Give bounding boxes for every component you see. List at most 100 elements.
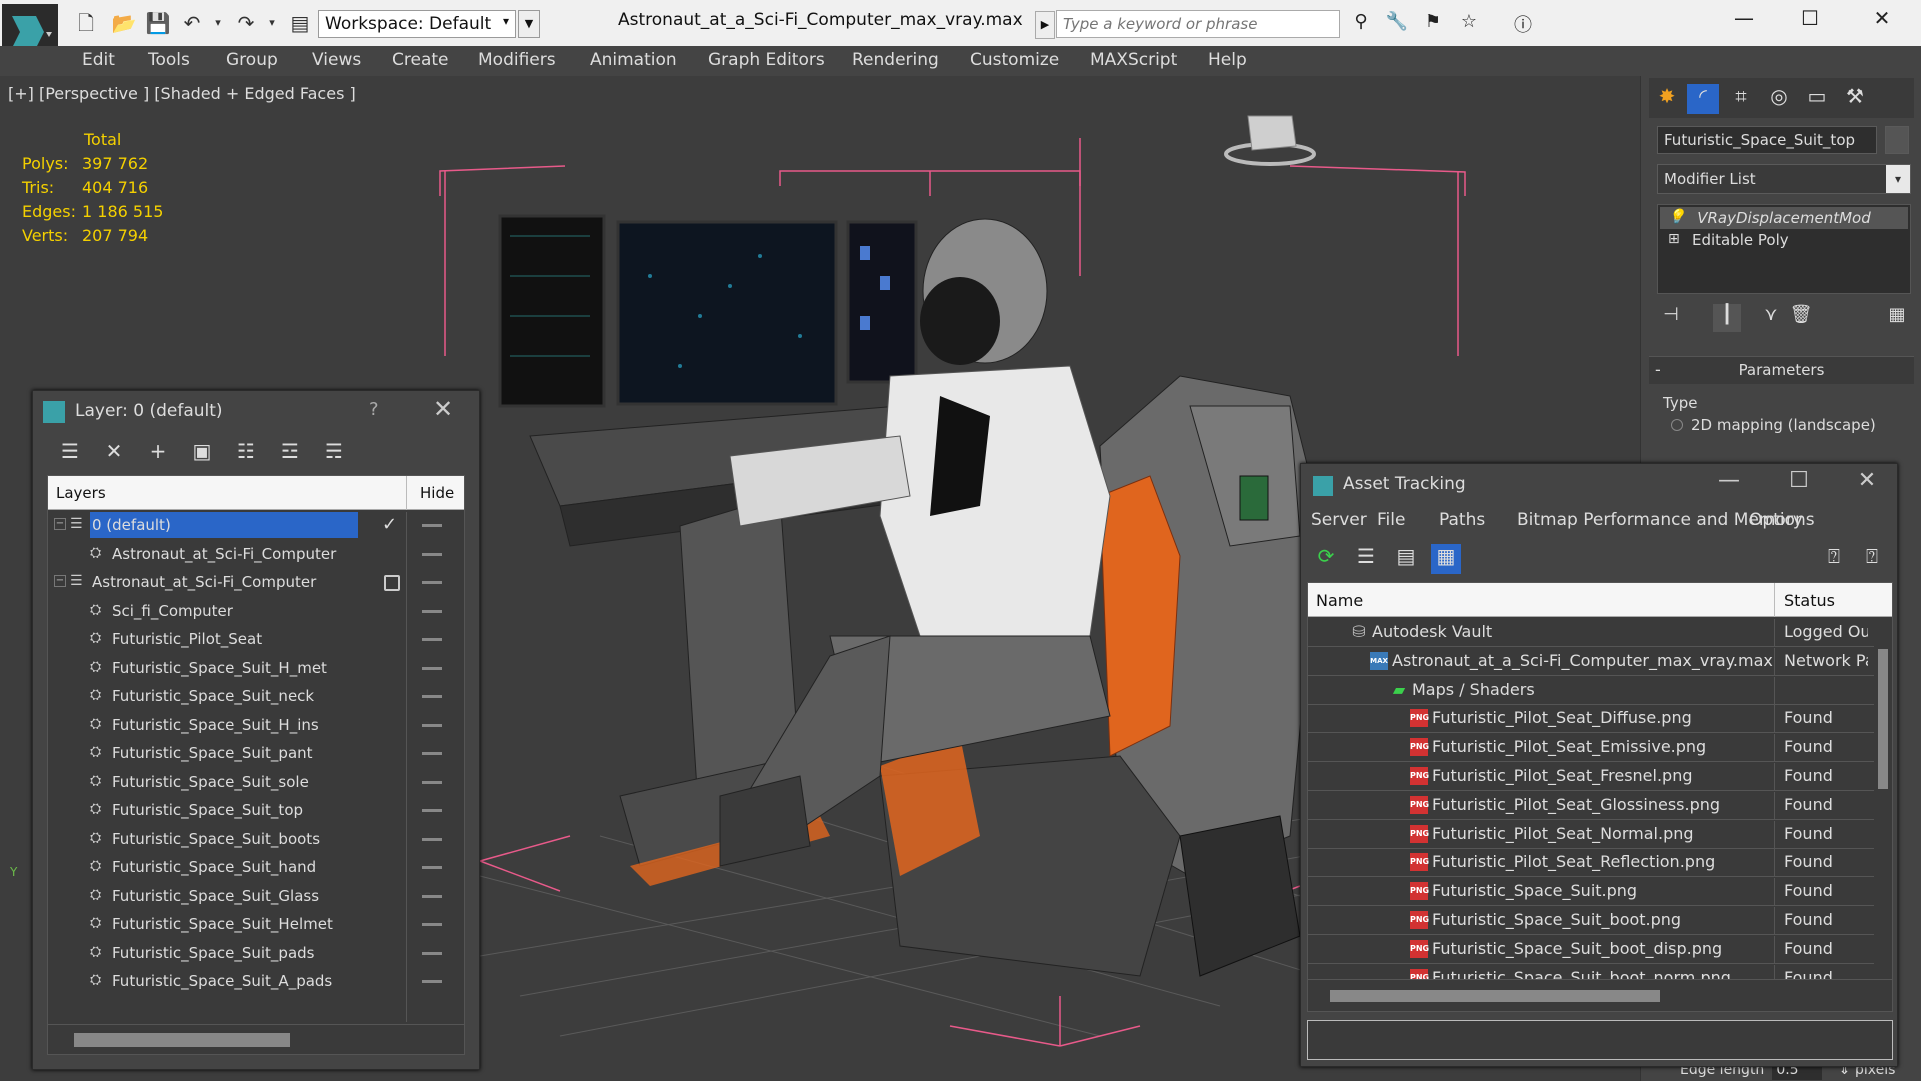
layer-object-row[interactable]: ⛭ Futuristic_Space_Suit_Glass xyxy=(48,883,464,911)
configure-sets-icon[interactable]: ▦ xyxy=(1883,304,1911,332)
horizontal-scrollbar[interactable] xyxy=(1308,979,1892,1011)
asset-row[interactable]: PNG Futuristic_Space_Suit_boot.png Found xyxy=(1308,907,1874,935)
layer-window-titlebar[interactable]: Layer: 0 (default) ? ✕ xyxy=(33,391,479,431)
object-color-swatch[interactable] xyxy=(1885,126,1909,154)
menu-help[interactable]: Help xyxy=(1208,50,1247,70)
close-icon[interactable]: ✕ xyxy=(1847,468,1887,493)
table-view-icon[interactable]: ▦ xyxy=(1431,544,1461,574)
current-layer-check-icon[interactable]: ✓ xyxy=(382,514,397,535)
scrollbar-thumb[interactable] xyxy=(74,1033,290,1047)
menu-group[interactable]: Group xyxy=(226,50,278,70)
stack-item-vray-displacement[interactable]: 💡 VRayDisplacementMod xyxy=(1660,207,1908,229)
asset-status-field[interactable] xyxy=(1307,1020,1893,1060)
collapse-icon[interactable]: − xyxy=(54,518,66,530)
asset-row[interactable]: PNG Futuristic_Pilot_Seat_Fresnel.png Foun… xyxy=(1308,763,1874,791)
asset-menu-file[interactable]: File xyxy=(1377,510,1405,530)
menu-tools[interactable]: Tools xyxy=(148,50,190,70)
hide-toggle[interactable] xyxy=(422,780,442,784)
workspace-menu-button[interactable]: ▼ xyxy=(518,10,540,38)
tools-icon[interactable]: 🔧 xyxy=(1382,11,1412,37)
signin-icon[interactable]: ⚑ xyxy=(1418,11,1448,37)
hide-toggle[interactable] xyxy=(422,866,442,869)
delete-layer-icon[interactable]: ✕ xyxy=(99,439,129,467)
asset-row[interactable]: MAX Astronaut_at_a_Sci-Fi_Computer_max_vr… xyxy=(1308,647,1874,676)
refresh-icon[interactable]: ⟳ xyxy=(1311,544,1341,574)
remove-modifier-icon[interactable]: 🗑 xyxy=(1787,304,1815,332)
column-hide[interactable]: Hide xyxy=(420,484,454,502)
hide-toggle[interactable] xyxy=(422,638,442,641)
horizontal-scrollbar[interactable] xyxy=(48,1024,464,1054)
asset-row[interactable]: ⛁ Autodesk Vault Logged Out xyxy=(1308,619,1874,647)
hierarchy-tab-icon[interactable]: ⌗ xyxy=(1725,84,1757,114)
asset-menu-server[interactable]: Server xyxy=(1311,510,1367,530)
lightbulb-icon[interactable]: 💡 xyxy=(1668,209,1685,225)
search-expand-icon[interactable]: ▶ xyxy=(1035,11,1055,39)
layer-object-row[interactable]: ⛭ Astronaut_at_Sci-Fi_Computer xyxy=(48,541,464,569)
layer-object-row[interactable]: ⛭ Futuristic_Space_Suit_H_ins xyxy=(48,712,464,740)
maximize-icon[interactable]: ☐ xyxy=(1790,6,1830,36)
close-icon[interactable]: ✕ xyxy=(1862,6,1902,36)
project-folder-icon[interactable]: ▤ xyxy=(286,10,314,36)
hide-toggle[interactable] xyxy=(422,923,442,926)
viewport-label[interactable]: [+] [Perspective ] [Shaded + Edged Faces… xyxy=(8,84,356,103)
menu-rendering[interactable]: Rendering xyxy=(852,50,939,70)
help-icon[interactable]: ⓘ xyxy=(1508,11,1538,37)
menu-graph-editors[interactable]: Graph Editors xyxy=(708,50,825,70)
layer-object-row[interactable]: ⛭ Sci_fi_Computer xyxy=(48,598,464,626)
asset-window-titlebar[interactable]: Asset Tracking — ☐ ✕ xyxy=(1301,464,1897,504)
layer-object-row[interactable]: ⛭ Futuristic_Space_Suit_neck xyxy=(48,683,464,711)
type-2d-mapping-radio[interactable]: 2D mapping (landscape) xyxy=(1671,416,1876,434)
favorites-icon[interactable]: ☆ xyxy=(1454,11,1484,37)
hide-toggle[interactable] xyxy=(422,980,442,983)
hide-toggle[interactable] xyxy=(422,695,442,698)
menu-maxscript[interactable]: MAXScript xyxy=(1090,50,1177,70)
help-options-icon[interactable]: ⍰ xyxy=(1857,544,1887,574)
expand-plus-icon[interactable]: ⊞ xyxy=(1668,231,1680,247)
hide-toggle[interactable] xyxy=(422,581,442,584)
modifier-list-dropdown[interactable]: Modifier List ▾ xyxy=(1657,164,1911,194)
layer-object-row[interactable]: ⛭ Futuristic_Space_Suit_hand xyxy=(48,854,464,882)
help-icon[interactable]: ⍰ xyxy=(1819,544,1849,574)
set-current-checkbox[interactable] xyxy=(384,575,400,591)
asset-row[interactable]: PNG Futuristic_Pilot_Seat_Glossiness.png F… xyxy=(1308,791,1874,820)
pin-stack-icon[interactable]: ⊣ xyxy=(1657,304,1685,332)
modify-tab-icon[interactable]: ◜ xyxy=(1687,84,1719,114)
layer-object-row[interactable]: ⛭ Futuristic_Pilot_Seat xyxy=(48,626,464,654)
hide-toggle[interactable] xyxy=(422,951,442,955)
binoculars-icon[interactable]: ⚲ xyxy=(1346,11,1376,37)
vertical-scrollbar[interactable] xyxy=(1874,619,1892,979)
make-unique-icon[interactable]: ⋎ xyxy=(1757,304,1785,332)
undo-dropdown-icon[interactable]: ▾ xyxy=(204,10,232,36)
save-file-icon[interactable]: 💾 xyxy=(144,10,172,36)
menu-modifiers[interactable]: Modifiers xyxy=(478,50,556,70)
hide-toggle[interactable] xyxy=(422,894,442,898)
hide-unhide-all-icon[interactable]: ☴ xyxy=(319,439,349,467)
undo-icon[interactable]: ↶ xyxy=(178,10,206,36)
hide-toggle[interactable] xyxy=(422,837,442,841)
add-to-layer-icon[interactable]: + xyxy=(143,439,173,467)
open-file-icon[interactable]: 📂 xyxy=(110,10,138,36)
list-view-icon[interactable]: ☰ xyxy=(1351,544,1381,574)
menu-create[interactable]: Create xyxy=(392,50,449,70)
menu-customize[interactable]: Customize xyxy=(970,50,1059,70)
layer-object-row[interactable]: ⛭ Futuristic_Space_Suit_pads xyxy=(48,940,464,968)
layer-object-row[interactable]: ⛭ Futuristic_Space_Suit_A_pads xyxy=(48,968,464,996)
maximize-icon[interactable]: ☐ xyxy=(1779,468,1819,493)
layer-row[interactable]: − ☰ Astronaut_at_Sci-Fi_Computer xyxy=(48,569,464,597)
layer-object-row[interactable]: ⛭ Futuristic_Space_Suit_H_met xyxy=(48,655,464,683)
asset-row[interactable]: PNG Futuristic_Space_Suit.png Found xyxy=(1308,878,1874,907)
create-layer-icon[interactable]: ☰ xyxy=(55,439,85,467)
asset-row[interactable]: PNG Futuristic_Pilot_Seat_Reflection.png F… xyxy=(1308,849,1874,878)
display-tab-icon[interactable]: ▭ xyxy=(1801,84,1833,114)
select-objects-icon[interactable]: ▣ xyxy=(187,439,217,467)
column-name[interactable]: Name xyxy=(1316,591,1363,610)
object-name-field[interactable]: Futuristic_Space_Suit_top xyxy=(1657,126,1877,154)
hide-toggle[interactable] xyxy=(422,752,442,755)
asset-row[interactable]: PNG Futuristic_Pilot_Seat_Normal.png Found xyxy=(1308,820,1874,849)
layer-object-row[interactable]: ⛭ Futuristic_Space_Suit_pant xyxy=(48,740,464,768)
collapse-icon[interactable]: − xyxy=(54,575,66,587)
set-current-layer-icon[interactable]: ☲ xyxy=(275,439,305,467)
motion-tab-icon[interactable]: ◎ xyxy=(1763,84,1795,114)
asset-menu-options[interactable]: Options xyxy=(1749,510,1815,530)
create-tab-icon[interactable]: ✸ xyxy=(1651,84,1683,114)
